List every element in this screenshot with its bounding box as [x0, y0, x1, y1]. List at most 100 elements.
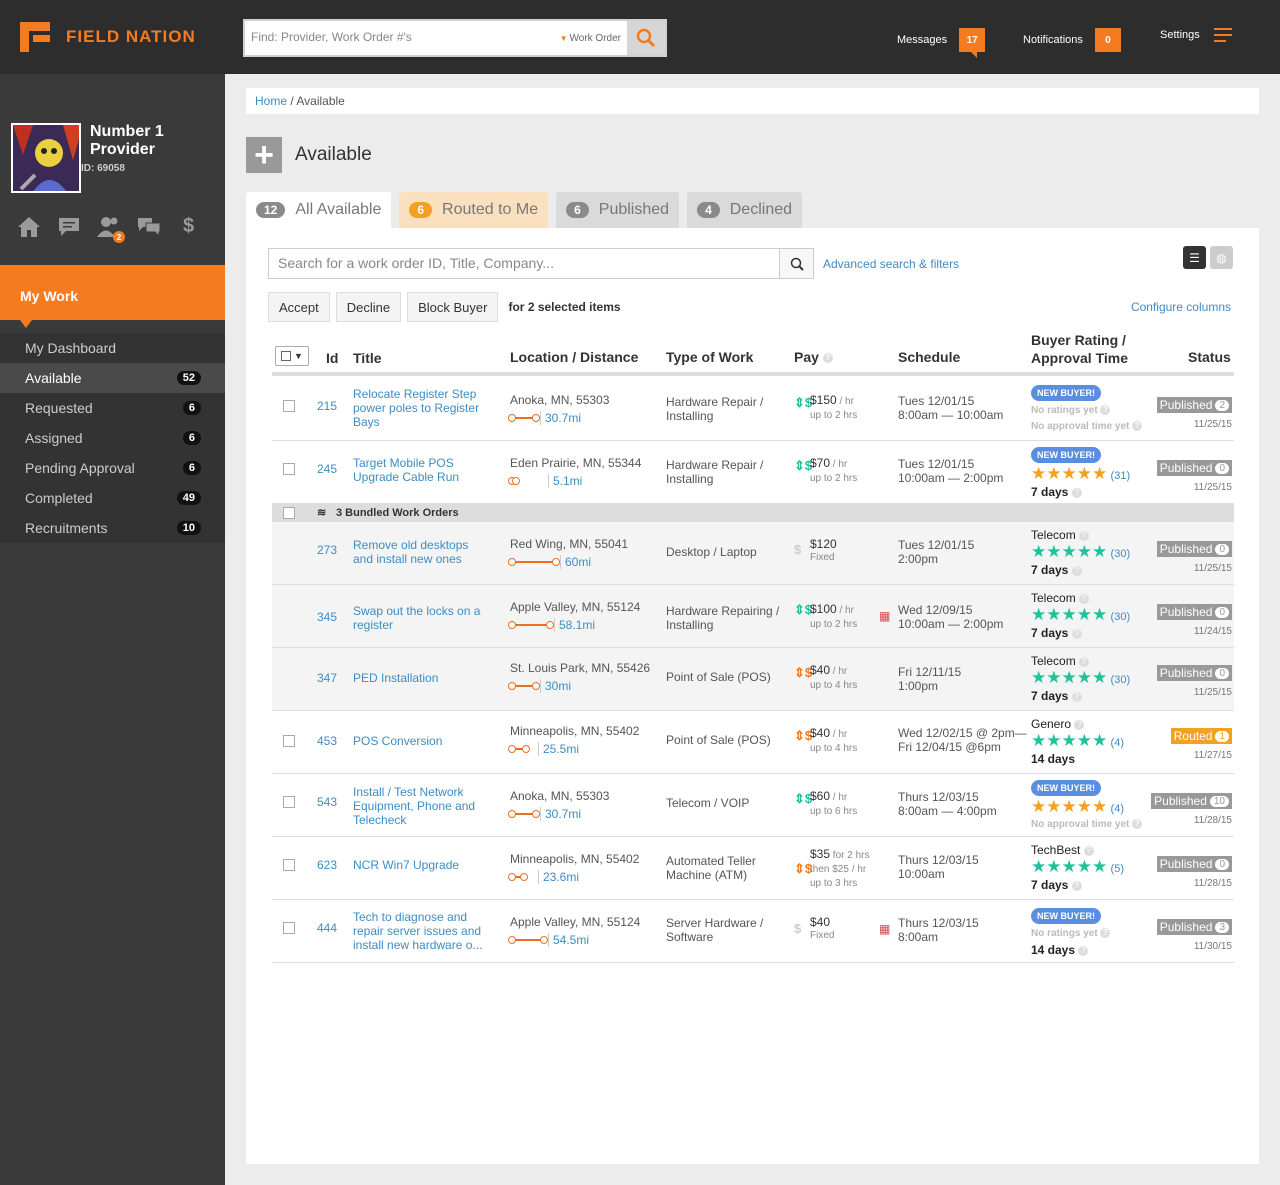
table-row[interactable]: 444 Tech to diagnose and repair server i…: [272, 900, 1234, 963]
sidebar-item-completed[interactable]: Completed 49: [0, 483, 225, 513]
advanced-search-link[interactable]: Advanced search & filters: [823, 257, 959, 271]
accept-button[interactable]: Accept: [268, 292, 330, 322]
tab-all-available[interactable]: 12 All Available: [246, 192, 392, 228]
sidebar-item-pending-approval[interactable]: Pending Approval 6: [0, 453, 225, 483]
table-row[interactable]: 273 Remove old desktops and install new …: [272, 522, 1234, 585]
global-search[interactable]: Find: Provider, Work Order #'s ▼ Work Ord…: [243, 19, 667, 57]
status-badge[interactable]: Published 0: [1156, 856, 1232, 872]
bundle-checkbox[interactable]: [283, 507, 295, 519]
select-all-dropdown[interactable]: ▼: [275, 346, 309, 366]
breadcrumb-home[interactable]: Home: [255, 94, 287, 108]
buyer-name[interactable]: TechBest: [1031, 843, 1080, 857]
work-order-id[interactable]: 347: [317, 671, 337, 685]
map-view-icon[interactable]: ◍: [1210, 246, 1233, 269]
avatar[interactable]: [11, 123, 81, 193]
work-order-id[interactable]: 345: [317, 610, 337, 624]
block-buyer-button[interactable]: Block Buyer: [407, 292, 499, 322]
work-order-title[interactable]: Remove old desktops and install new ones: [353, 538, 483, 566]
buyer-name[interactable]: Genero: [1031, 717, 1071, 731]
tab-published[interactable]: 6 Published: [556, 192, 680, 228]
rating-count[interactable]: (4): [1111, 737, 1124, 749]
work-order-title[interactable]: Relocate Register Step power poles to Re…: [353, 387, 493, 429]
work-order-id[interactable]: 543: [317, 795, 337, 809]
global-search-input[interactable]: Find: Provider, Work Order #'s: [245, 21, 560, 55]
dollar-icon[interactable]: $: [176, 214, 201, 239]
work-order-id[interactable]: 623: [317, 858, 337, 872]
notifications-link[interactable]: Notifications 0: [1023, 28, 1121, 52]
chat-icon[interactable]: [56, 214, 81, 239]
work-order-title[interactable]: POS Conversion: [353, 734, 493, 748]
rating-count[interactable]: (31): [1111, 470, 1131, 482]
status-badge[interactable]: Published 0: [1156, 665, 1232, 681]
rating-count[interactable]: (5): [1111, 863, 1124, 875]
sidebar-item-my-dashboard[interactable]: My Dashboard: [0, 333, 225, 363]
row-checkbox[interactable]: [283, 859, 295, 871]
table-row[interactable]: 215 Relocate Register Step power poles t…: [272, 378, 1234, 441]
row-checkbox[interactable]: [283, 400, 295, 412]
table-row[interactable]: 345 Swap out the locks on a register App…: [272, 585, 1234, 648]
status-badge[interactable]: Published 0: [1156, 604, 1232, 620]
rating-count[interactable]: (30): [1111, 548, 1131, 560]
work-order-id[interactable]: 444: [317, 921, 337, 935]
messages-link[interactable]: Messages 17: [897, 28, 986, 58]
bundle-header[interactable]: ≋ 3 Bundled Work Orders: [272, 504, 1234, 522]
row-checkbox[interactable]: [283, 796, 295, 808]
table-row[interactable]: 245 Target Mobile POS Upgrade Cable Run …: [272, 441, 1234, 504]
list-view-icon[interactable]: ☰: [1183, 246, 1206, 269]
my-work-header[interactable]: My Work: [0, 265, 225, 328]
sidebar-item-assigned[interactable]: Assigned 6: [0, 423, 225, 453]
decline-button[interactable]: Decline: [335, 292, 402, 322]
buyer-name[interactable]: Telecom: [1031, 528, 1076, 542]
work-order-id[interactable]: 273: [317, 543, 337, 557]
col-location[interactable]: Location / Distance: [510, 349, 638, 365]
work-order-search-input[interactable]: Search for a work order ID, Title, Compa…: [269, 249, 779, 278]
plus-icon[interactable]: +: [246, 136, 282, 174]
status-badge[interactable]: Published 3: [1156, 919, 1232, 935]
sidebar-item-recruitments[interactable]: Recruitments 10: [0, 513, 225, 543]
status-badge[interactable]: Routed 1: [1170, 728, 1232, 744]
tab-routed-to-me[interactable]: 6 Routed to Me: [399, 192, 549, 228]
row-checkbox[interactable]: [283, 922, 295, 934]
table-row[interactable]: 623 NCR Win7 Upgrade Minneapolis, MN, 55…: [272, 837, 1234, 900]
work-order-id[interactable]: 453: [317, 734, 337, 748]
table-row[interactable]: 543 Install / Test Network Equipment, Ph…: [272, 774, 1234, 837]
work-order-id[interactable]: 245: [317, 462, 337, 476]
settings-link[interactable]: Settings: [1160, 28, 1232, 42]
sidebar-item-available[interactable]: Available 52: [0, 363, 225, 393]
rating-count[interactable]: (30): [1111, 611, 1131, 623]
configure-columns-link[interactable]: Configure columns: [1131, 300, 1231, 314]
tab-declined[interactable]: 4 Declined: [687, 192, 803, 228]
table-row[interactable]: 453 POS Conversion Minneapolis, MN, 5540…: [272, 711, 1234, 774]
work-order-title[interactable]: Swap out the locks on a register: [353, 604, 483, 632]
rating-count[interactable]: (4): [1111, 803, 1124, 815]
status-badge[interactable]: Published 10: [1151, 793, 1232, 809]
row-checkbox[interactable]: [283, 463, 295, 475]
work-order-id[interactable]: 215: [317, 399, 337, 413]
status-badge[interactable]: Published 0: [1156, 541, 1232, 557]
sidebar-item-requested[interactable]: Requested 6: [0, 393, 225, 423]
row-checkbox[interactable]: [283, 735, 295, 747]
buyer-name[interactable]: Telecom: [1031, 654, 1076, 668]
col-type[interactable]: Type of Work: [666, 349, 753, 365]
col-title[interactable]: Title: [353, 350, 382, 366]
work-order-title[interactable]: NCR Win7 Upgrade: [353, 858, 493, 872]
home-icon[interactable]: [16, 214, 41, 239]
col-rating[interactable]: Buyer Rating / Approval Time: [1031, 331, 1128, 367]
work-order-title[interactable]: Install / Test Network Equipment, Phone …: [353, 785, 493, 827]
col-status[interactable]: Status: [1188, 349, 1231, 365]
table-row[interactable]: 347 PED Installation St. Louis Park, MN,…: [272, 648, 1234, 711]
col-id[interactable]: Id: [326, 350, 338, 366]
col-schedule[interactable]: Schedule: [898, 349, 960, 365]
rating-count[interactable]: (30): [1111, 674, 1131, 686]
work-order-title[interactable]: Target Mobile POS Upgrade Cable Run: [353, 456, 483, 484]
work-order-title[interactable]: PED Installation: [353, 671, 493, 685]
work-order-title[interactable]: Tech to diagnose and repair server issue…: [353, 910, 493, 952]
work-order-search[interactable]: Search for a work order ID, Title, Compa…: [268, 248, 814, 279]
field-nation-logo[interactable]: FIELD NATION: [20, 22, 196, 52]
people-icon[interactable]: 2: [96, 214, 125, 243]
search-button[interactable]: [627, 21, 665, 55]
col-pay[interactable]: Pay ?: [794, 349, 833, 365]
status-badge[interactable]: Published 0: [1156, 460, 1232, 476]
conversation-icon[interactable]: [136, 214, 161, 239]
status-badge[interactable]: Published 2: [1156, 397, 1232, 413]
